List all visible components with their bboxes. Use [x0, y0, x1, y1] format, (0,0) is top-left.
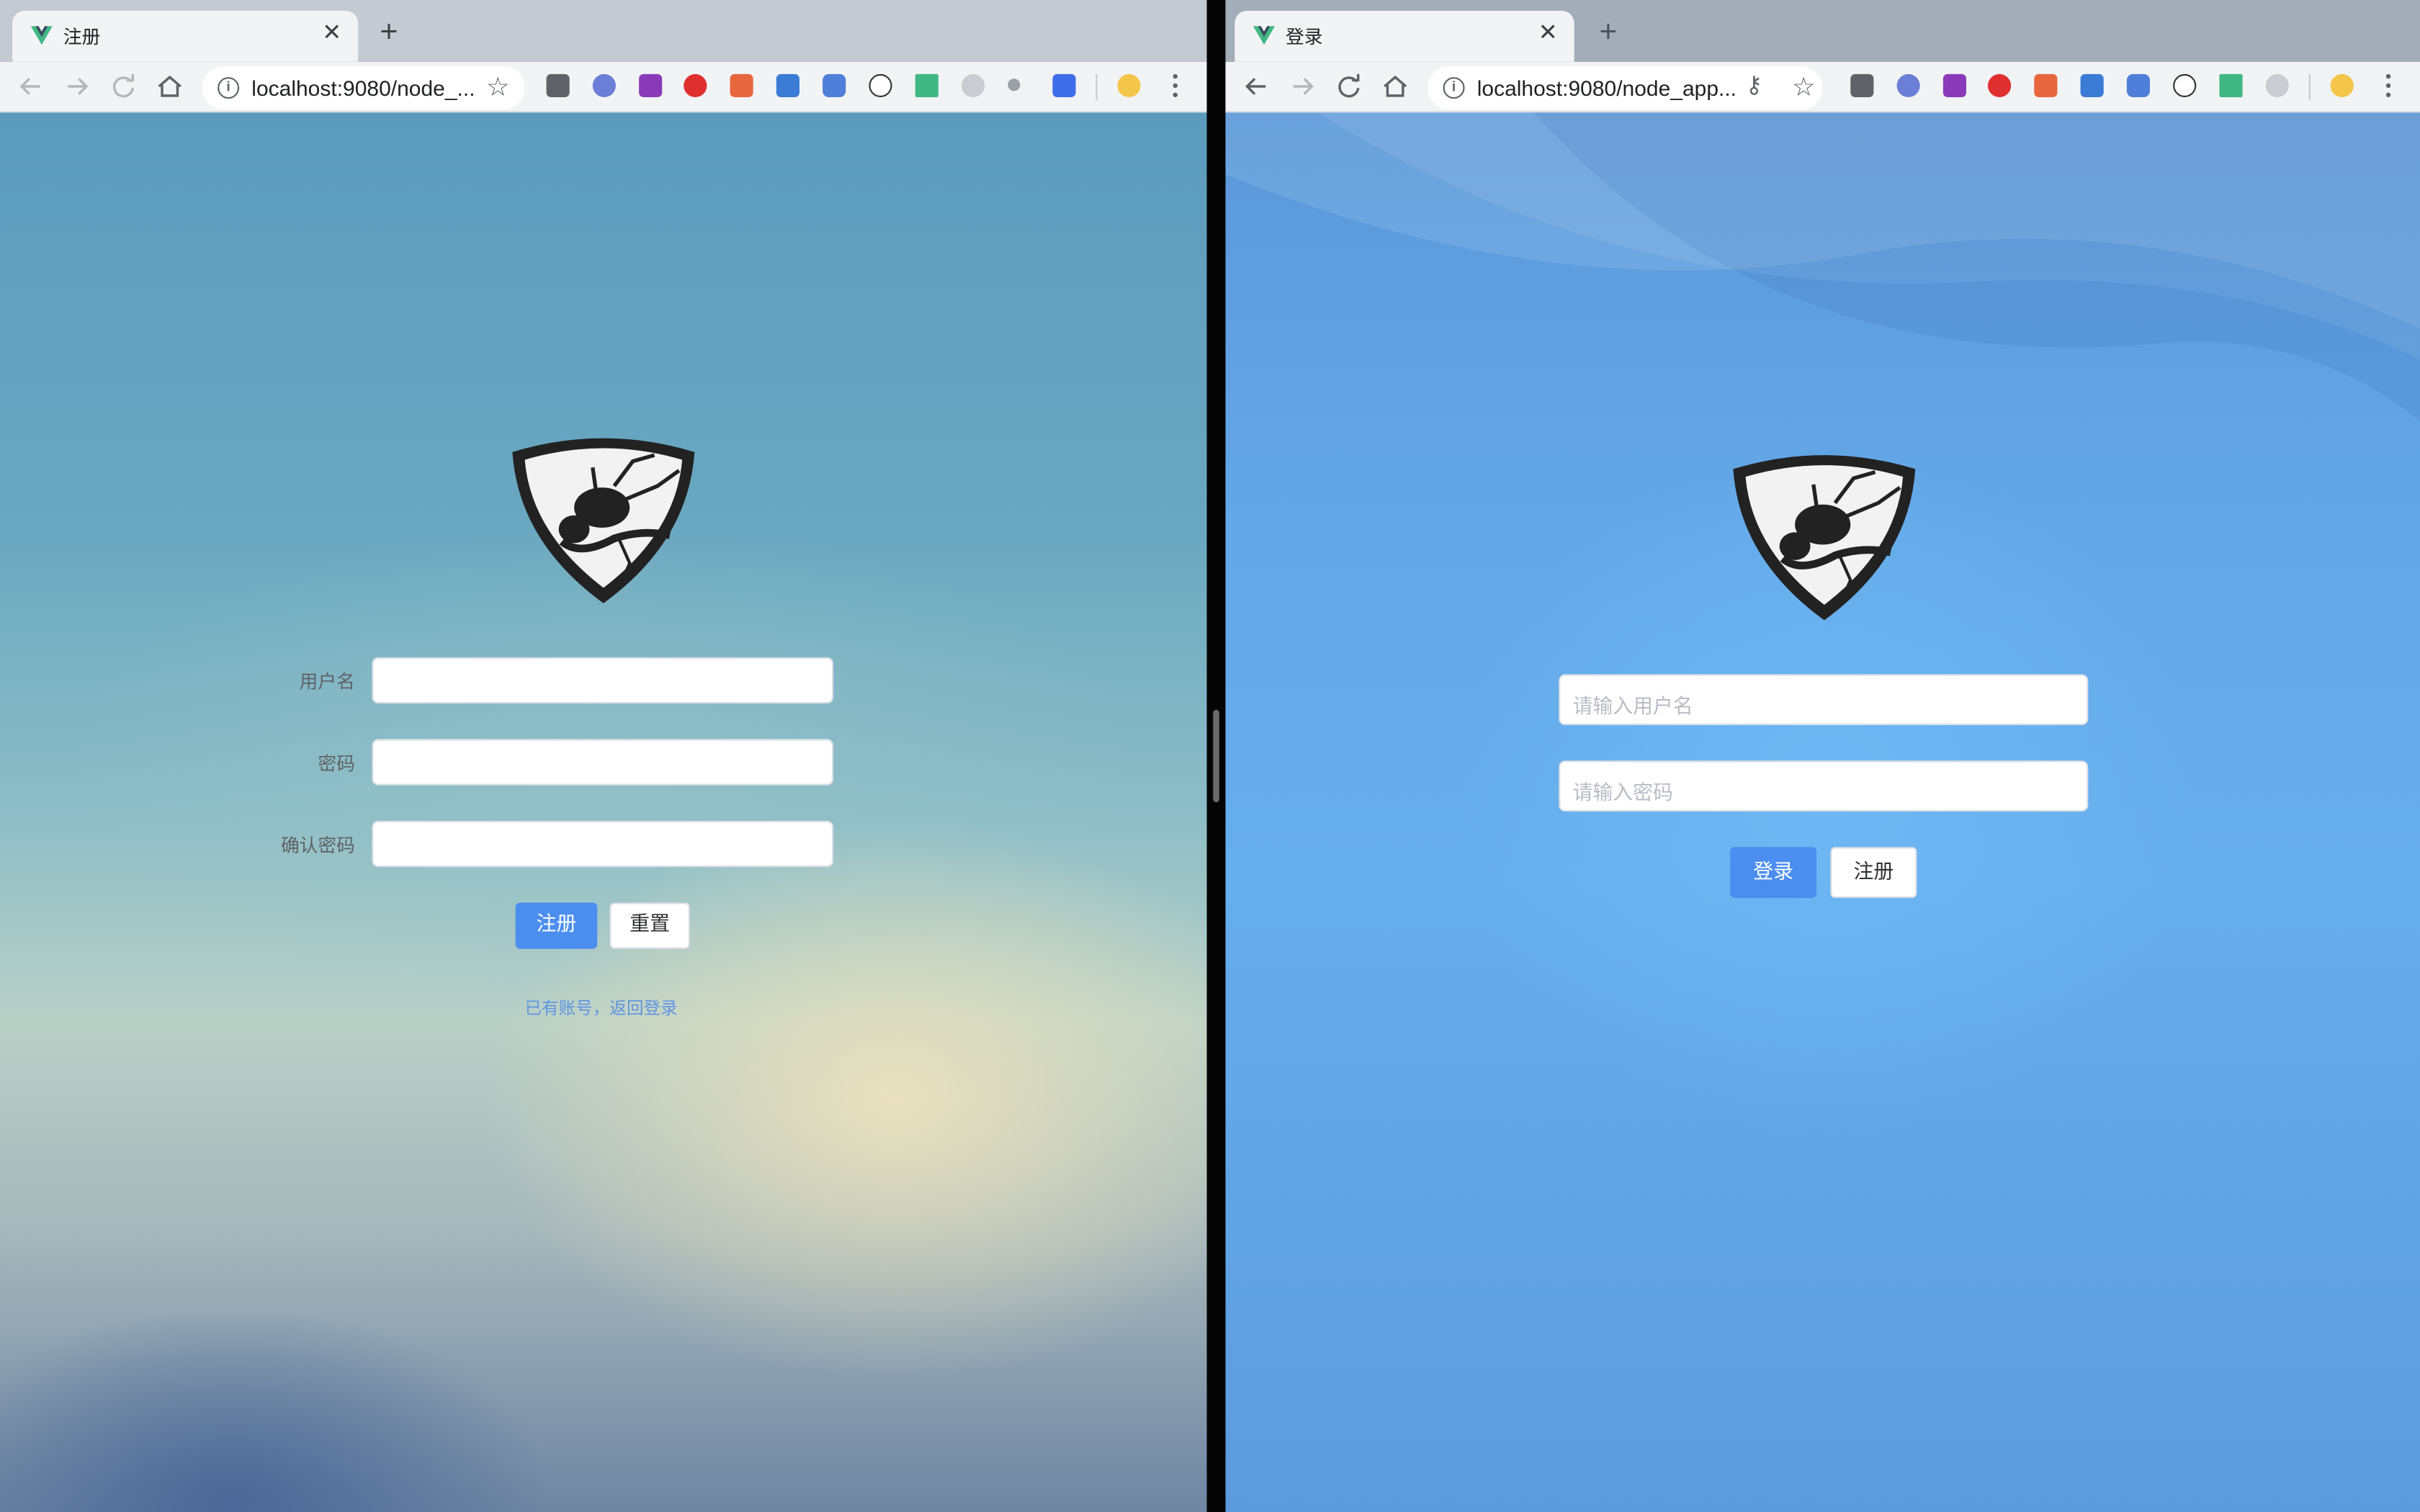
- confirm-password-label: 确认密码: [280, 834, 355, 857]
- office-extension-icon[interactable]: [2034, 73, 2058, 97]
- vue-logo-icon: [30, 26, 53, 45]
- qr-code-extension-icon[interactable]: [546, 73, 570, 97]
- login-page: 请输入用户名 请输入密码 登录 注册: [1225, 112, 2420, 1512]
- reload-icon[interactable]: [1332, 69, 1366, 103]
- tab-strip: 登录 ✕ +: [1225, 0, 2420, 62]
- info-icon[interactable]: i: [1443, 77, 1465, 99]
- password-label: 密码: [318, 752, 355, 775]
- home-icon[interactable]: [153, 69, 187, 103]
- address-bar[interactable]: i localhost:9080/node_app... ⚷ ☆: [1428, 66, 1823, 110]
- toolbar-separator: [1095, 73, 1098, 101]
- close-icon[interactable]: ✕: [318, 20, 346, 48]
- tab-title: 登录: [1286, 26, 1323, 48]
- browser-toolbar: i localhost:9080/node_... ☆: [0, 61, 1207, 113]
- close-icon[interactable]: ✕: [1534, 20, 1562, 48]
- split-divider[interactable]: [1206, 0, 1226, 1512]
- key-icon[interactable]: ⚷: [1746, 71, 1763, 99]
- rp-extension-icon[interactable]: [639, 73, 663, 97]
- username-input[interactable]: 请输入用户名: [1559, 674, 2089, 726]
- register-button[interactable]: 注册: [1830, 847, 1917, 899]
- back-to-login-link[interactable]: 已有账号，返回登录: [525, 995, 678, 1020]
- register-window: 注册 ✕ + i localhost:9080/node_... ☆ 用户名 密…: [0, 0, 1207, 1512]
- more-vert-icon[interactable]: [2385, 73, 2393, 102]
- confirm-password-input[interactable]: [372, 821, 834, 868]
- reset-button[interactable]: 重置: [609, 902, 690, 949]
- arrow-left-icon[interactable]: [1240, 69, 1273, 103]
- more-vert-icon[interactable]: [1173, 73, 1180, 102]
- tab-register[interactable]: 注册 ✕: [12, 11, 359, 62]
- register-button[interactable]: 注册: [515, 902, 598, 949]
- url-text: localhost:9080/node_...: [251, 76, 475, 101]
- password-input[interactable]: [372, 739, 834, 786]
- username-placeholder: 请输入用户名: [1572, 696, 1693, 719]
- login-window: 登录 ✕ + i localhost:9080/node_app... ⚷ ☆: [1225, 0, 2420, 1512]
- adblock-extension-icon[interactable]: [1988, 73, 2012, 97]
- divider-grip[interactable]: [1213, 709, 1219, 803]
- office-extension-icon[interactable]: [730, 73, 753, 97]
- tab-login[interactable]: 登录 ✕: [1234, 11, 1574, 62]
- react-extension-icon[interactable]: [2265, 73, 2289, 97]
- dot-extension-icon[interactable]: [1008, 78, 1021, 91]
- json-extension-icon[interactable]: [869, 73, 892, 97]
- reload-icon[interactable]: [107, 69, 140, 103]
- json-extension-icon[interactable]: [2173, 73, 2197, 97]
- new-tab-button[interactable]: +: [1592, 17, 1623, 48]
- vue-devtools-extension-icon[interactable]: [2219, 73, 2243, 97]
- username-input[interactable]: [372, 657, 834, 704]
- react-extension-icon[interactable]: [962, 73, 985, 97]
- shield-logo: [1733, 455, 1916, 621]
- home-icon[interactable]: [1379, 69, 1412, 103]
- shield-logo: [512, 438, 695, 603]
- qr-code-extension-icon[interactable]: [1850, 73, 1874, 97]
- pocket-extension-icon[interactable]: [1052, 73, 1076, 97]
- translate-extension-icon[interactable]: [592, 73, 616, 97]
- info-icon[interactable]: i: [218, 77, 240, 99]
- arrow-right-icon[interactable]: [1286, 69, 1319, 103]
- new-tab-button[interactable]: +: [374, 17, 405, 48]
- adblock-extension-icon[interactable]: [684, 73, 707, 97]
- register-page: 用户名 密码 确认密码 注册 重置 已有账号，返回登录: [0, 112, 1207, 1512]
- password-placeholder: 请输入密码: [1572, 782, 1673, 806]
- star-icon[interactable]: ☆: [1792, 73, 1816, 104]
- screen: 注册 ✕ + i localhost:9080/node_... ☆ 用户名 密…: [0, 0, 2420, 1512]
- address-bar[interactable]: i localhost:9080/node_... ☆: [202, 66, 525, 110]
- toolbar-separator: [2308, 73, 2311, 101]
- password-input[interactable]: 请输入密码: [1559, 760, 2089, 812]
- profile-avatar-icon[interactable]: [2330, 73, 2354, 97]
- username-label: 用户名: [299, 671, 355, 693]
- tab-strip: 注册 ✕ +: [0, 0, 1207, 62]
- rp-extension-icon[interactable]: [1942, 73, 1966, 97]
- browser-toolbar: i localhost:9080/node_app... ⚷ ☆: [1225, 61, 2420, 113]
- url-text: localhost:9080/node_app...: [1476, 76, 1737, 101]
- vue-logo-icon: [1253, 26, 1275, 45]
- camera-extension-icon[interactable]: [823, 73, 846, 97]
- star-icon[interactable]: ☆: [486, 73, 510, 104]
- login-button[interactable]: 登录: [1730, 847, 1817, 899]
- arrow-left-icon[interactable]: [14, 69, 48, 103]
- translate-extension-icon[interactable]: [1896, 73, 1920, 97]
- arrow-right-icon[interactable]: [60, 69, 94, 103]
- s-extension-icon[interactable]: [776, 73, 799, 97]
- vue-devtools-extension-icon[interactable]: [915, 73, 938, 97]
- camera-extension-icon[interactable]: [2126, 73, 2150, 97]
- tab-title: 注册: [63, 26, 101, 48]
- s-extension-icon[interactable]: [2080, 73, 2104, 97]
- profile-avatar-icon[interactable]: [1117, 73, 1141, 97]
